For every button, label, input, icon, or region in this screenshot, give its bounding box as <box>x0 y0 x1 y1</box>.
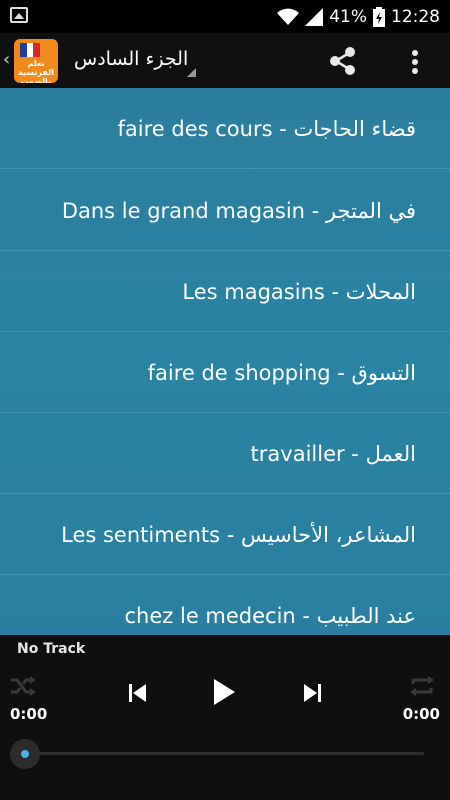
app-logo-icon[interactable]: تعلم الفرنسية بالصوت <box>14 39 58 83</box>
signal-icon <box>305 7 324 26</box>
seek-bar[interactable] <box>14 752 424 755</box>
back-chevron-icon[interactable]: ‹ <box>3 47 10 73</box>
spinner-indicator-icon <box>187 68 196 77</box>
next-button[interactable] <box>300 681 324 705</box>
status-bar: 41% 12:28 <box>0 0 450 33</box>
app-logo-text: تعلم الفرنسية بالصوت <box>18 59 54 83</box>
total-time: 0:00 <box>402 705 440 723</box>
flag-blue-stripe <box>20 43 27 57</box>
battery-percent: 41% <box>329 6 367 27</box>
audio-player: No Track 0:00 0:00 <box>0 635 450 800</box>
previous-button[interactable] <box>126 681 150 705</box>
overflow-menu-icon <box>412 50 418 56</box>
status-icons: 41% 12:28 <box>277 0 440 33</box>
list-item-label: chez le medecin - عند الطبيب <box>124 603 416 628</box>
elapsed-time: 0:00 <box>10 705 48 723</box>
list-item[interactable]: chez le medecin - عند الطبيب <box>0 575 450 635</box>
track-name: No Track <box>17 641 86 657</box>
list-item[interactable]: Dans le grand magasin - في المتجر <box>0 170 450 251</box>
battery-charging-icon <box>373 6 385 27</box>
french-flag-icon <box>20 43 41 57</box>
play-icon <box>214 679 235 705</box>
flag-red-stripe <box>33 43 41 57</box>
list-item-label: travailler - العمل <box>250 441 416 466</box>
repeat-button[interactable] <box>408 675 436 697</box>
shuffle-icon <box>11 676 36 696</box>
overflow-menu-icon-dot <box>412 68 418 74</box>
list-item[interactable]: travailler - العمل <box>0 413 450 494</box>
list-item-label: Les magasins - المحلات <box>182 279 416 304</box>
share-button[interactable] <box>323 41 363 81</box>
lesson-list[interactable]: faire des cours - قضاء الحاجات Dans le g… <box>0 88 450 635</box>
overflow-menu-button[interactable] <box>400 41 430 81</box>
wifi-icon <box>277 8 300 26</box>
seek-thumb[interactable] <box>21 750 29 758</box>
list-item-label: faire de shopping - التسوق <box>147 360 416 385</box>
list-item-label: faire des cours - قضاء الحاجات <box>117 116 416 141</box>
previous-icon <box>129 684 146 702</box>
list-item-label: Dans le grand magasin - في المتجر <box>61 198 416 223</box>
list-item[interactable]: faire des cours - قضاء الحاجات <box>0 88 450 169</box>
list-item[interactable]: Les magasins - المحلات <box>0 251 450 332</box>
next-icon <box>304 684 321 702</box>
overflow-menu-icon-dot <box>412 59 418 65</box>
flag-white-stripe <box>26 43 34 57</box>
image-notification-icon <box>10 7 28 23</box>
share-icon <box>330 47 355 75</box>
list-item[interactable]: faire de shopping - التسوق <box>0 332 450 413</box>
repeat-icon <box>410 676 434 696</box>
clock: 12:28 <box>391 6 440 27</box>
shuffle-button[interactable] <box>10 675 36 697</box>
list-item[interactable]: Les sentiments - المشاعر، الأحاسيس <box>0 494 450 575</box>
page-title[interactable]: الجزء السادس <box>74 45 188 73</box>
play-button[interactable] <box>210 677 238 707</box>
app-bar: ‹ تعلم الفرنسية بالصوت الجزء السادس <box>0 33 450 88</box>
list-item-label: Les sentiments - المشاعر، الأحاسيس <box>61 522 416 547</box>
